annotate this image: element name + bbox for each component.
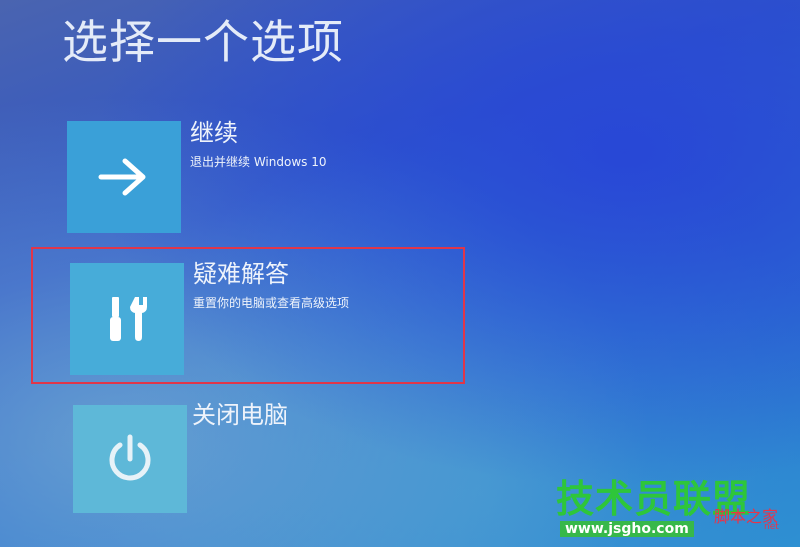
option-title: 继续: [190, 119, 238, 147]
watermark-url: www.jsgho.com: [560, 521, 694, 537]
option-shutdown[interactable]: 关闭电脑: [0, 398, 470, 518]
watermark-net: net: [764, 522, 779, 532]
watermark: 技术员联盟 www.jsgho.com 脚本之家 net: [556, 477, 786, 537]
option-title: 关闭电脑: [192, 401, 288, 429]
power-icon: [109, 434, 151, 481]
highlight-box: [31, 247, 465, 384]
option-continue[interactable]: 继续 退出并继续 Windows 10: [0, 118, 470, 238]
shutdown-tile[interactable]: [73, 405, 187, 513]
continue-tile[interactable]: [67, 121, 181, 233]
arrow-right-icon: [98, 158, 146, 196]
page-title: 选择一个选项: [62, 15, 344, 69]
option-description: 退出并继续 Windows 10: [190, 155, 327, 169]
